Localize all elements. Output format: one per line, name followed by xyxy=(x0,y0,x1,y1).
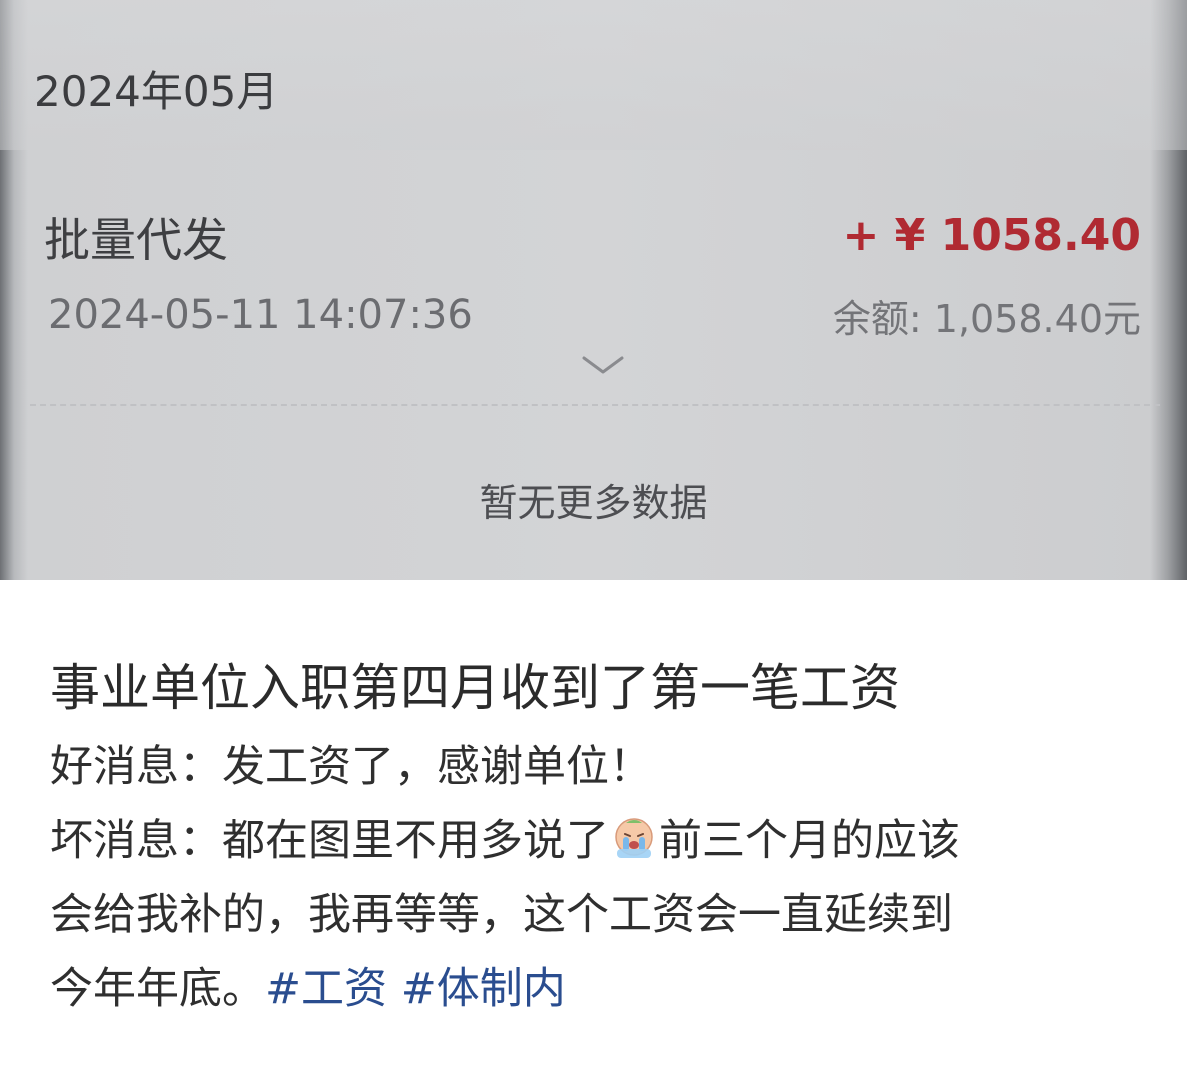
month-header: 2024年05月 xyxy=(34,67,279,116)
transaction-datetime: 2024-05-11 14:07:36 xyxy=(48,292,473,338)
post-title: 事业单位入职第四月收到了第一笔工资 xyxy=(50,659,900,717)
transaction-balance: 余额: 1,058.40元 xyxy=(832,297,1141,341)
hashtag-salary[interactable]: #工资 xyxy=(265,964,387,1014)
post-text: 今年年底。 xyxy=(50,964,265,1014)
crying-face-icon xyxy=(615,818,653,858)
post-line-good-news: 好消息：发工资了，感谢单位！ xyxy=(50,742,652,792)
post-line: 会给我补的，我再等等，这个工资会一直延续到 xyxy=(50,890,953,940)
post-line-bad-news: 坏消息：都在图里不用多说了 前三个月的应该 xyxy=(50,804,1150,878)
transaction-amount: + ¥ 1058.40 xyxy=(842,210,1141,261)
post-text: 前三个月的应该 xyxy=(659,816,960,866)
bank-app-photo: 2024年05月 批量代发 2024-05-11 14:07:36 + ¥ 10… xyxy=(0,0,1187,580)
chevron-down-icon[interactable] xyxy=(580,352,626,378)
transaction-title: 批量代发 xyxy=(44,213,228,267)
hashtag-system[interactable]: #体制内 xyxy=(401,964,566,1014)
divider xyxy=(30,404,1160,406)
no-more-data-label: 暂无更多数据 xyxy=(479,481,708,525)
post-line-last: 今年年底。#工资 #体制内 xyxy=(50,952,1150,1026)
post-text: 坏消息：都在图里不用多说了 xyxy=(50,816,609,866)
post-content: 事业单位入职第四月收到了第一笔工资 好消息：发工资了，感谢单位！ 坏消息：都在图… xyxy=(0,580,1187,1080)
post-body: 好消息：发工资了，感谢单位！ 坏消息：都在图里不用多说了 前三个月的应该 会给我… xyxy=(50,730,1150,1026)
